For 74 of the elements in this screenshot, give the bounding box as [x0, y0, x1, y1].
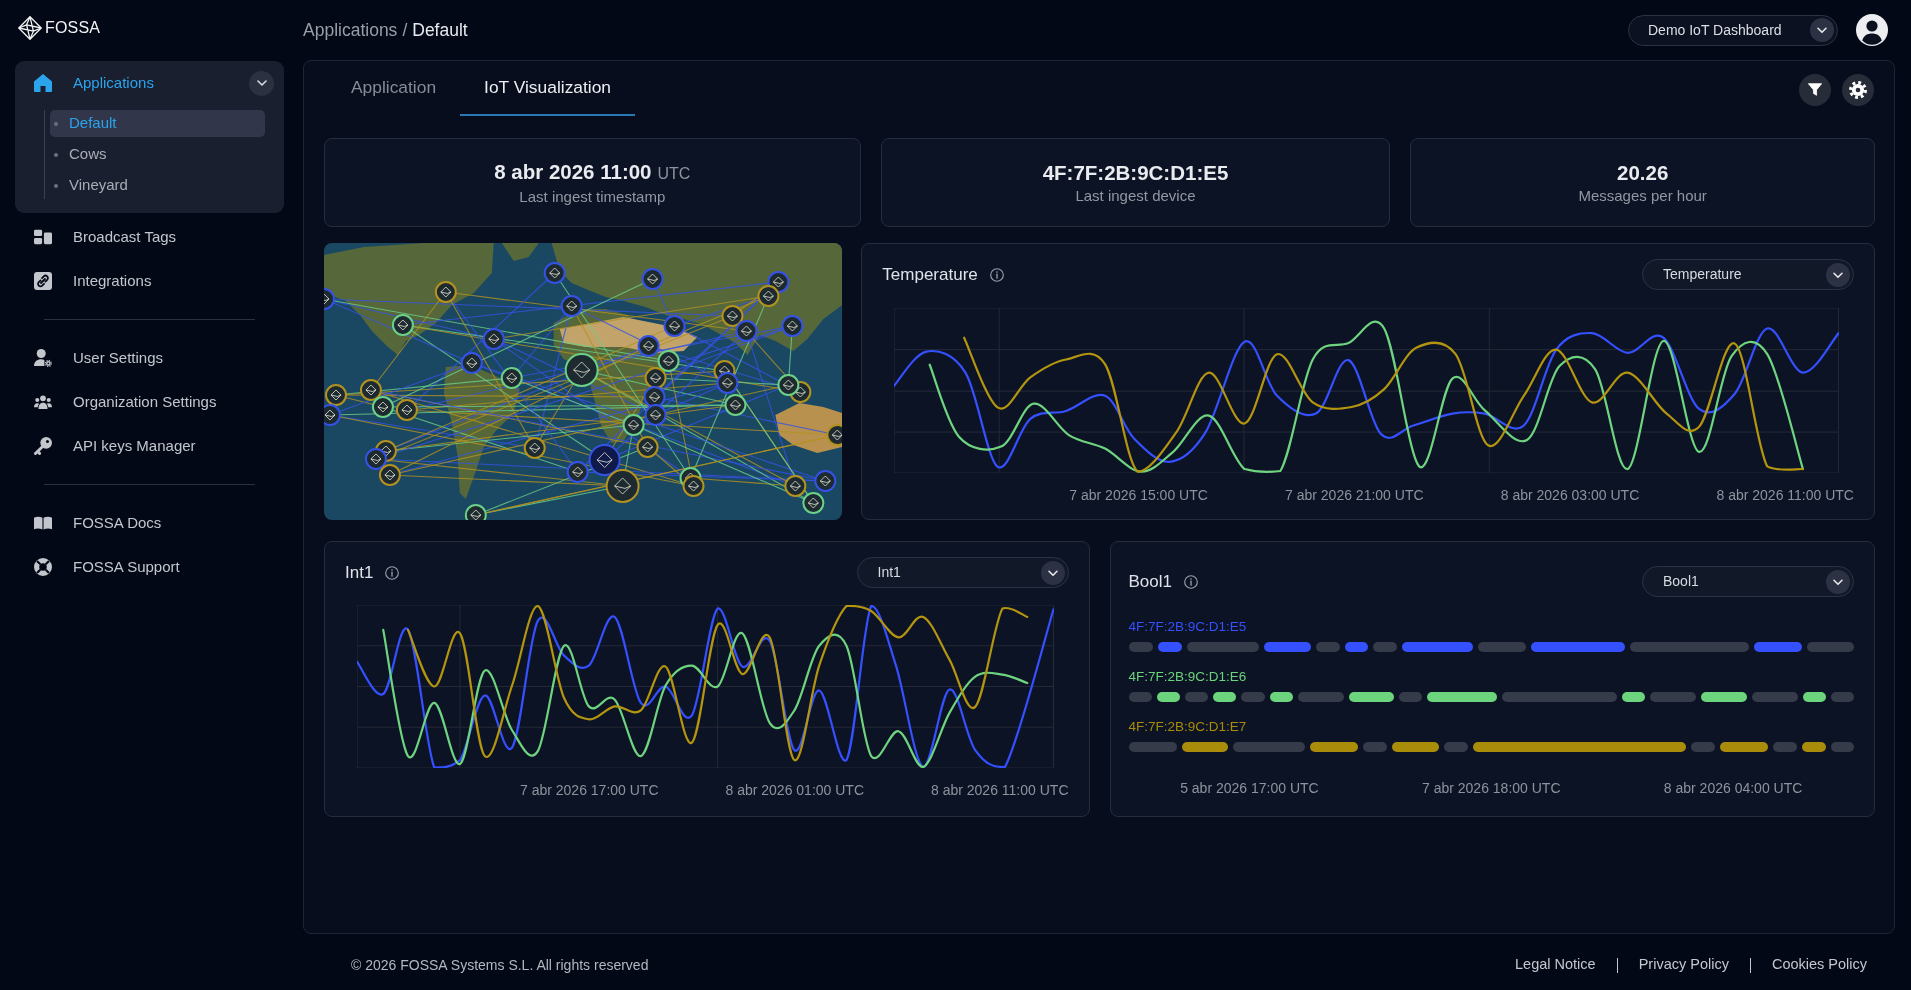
axis-label: 8 abr 2026 04:00 UTC: [1663, 779, 1803, 797]
sidebar-item[interactable]: Integrations: [15, 261, 284, 301]
users-icon: [34, 393, 52, 411]
chart-title: Bool1: [1128, 570, 1172, 593]
bullet-dot-icon: [54, 152, 58, 157]
axis-label: 7 abr 2026 15:00 UTC: [1069, 486, 1208, 504]
breadcrumb-current: Default: [412, 18, 468, 42]
user-gear-icon: [34, 349, 52, 367]
sidebar-item[interactable]: FOSSA Docs: [15, 503, 284, 543]
axis-label: 8 abr 2026 03:00 UTC: [1500, 486, 1640, 504]
sidebar-item[interactable]: Organization Settings: [15, 382, 284, 422]
stat-value: 8 abr 2026 11:00: [494, 159, 652, 184]
tab[interactable]: IoT Visualization: [460, 61, 636, 116]
filter-icon: [1808, 83, 1822, 96]
info-icon: [1184, 574, 1198, 589]
chevron-down-icon: [1826, 262, 1850, 287]
device-label: 4F:7F:2B:9C:D1:E5: [1128, 619, 1247, 635]
axis-label: 8 abr 2026 01:00 UTC: [725, 781, 865, 799]
settings-button[interactable]: [1842, 73, 1874, 106]
chevron-down-icon: [256, 80, 267, 86]
sidebar-item[interactable]: Applications: [15, 69, 249, 97]
stat-value: 20.26: [1617, 160, 1669, 185]
device-label: 4F:7F:2B:9C:D1:E6: [1128, 669, 1247, 685]
axis-label: 8 abr 2026 11:00 UTC: [1716, 486, 1854, 504]
avatar-icon[interactable]: [1856, 14, 1888, 46]
device-label: 4F:7F:2B:9C:D1:E7: [1128, 719, 1247, 735]
blocks-icon: [34, 228, 52, 246]
chevron-down-icon: [1826, 569, 1850, 594]
sidebar-item[interactable]: API keys Manager: [15, 426, 284, 466]
collapse-button[interactable]: [249, 70, 274, 96]
stat-label: Last ingest timestamp: [519, 187, 666, 206]
sidebar-subitem[interactable]: Cows: [50, 141, 265, 168]
footer-link[interactable]: Cookies Policy: [1771, 954, 1867, 976]
footer-link[interactable]: Privacy Policy: [1638, 954, 1729, 976]
sidebar-subitem[interactable]: Default: [50, 110, 265, 137]
copyright-text: © 2026 FOSSA Systems S.L. All rights reserved: [351, 955, 649, 975]
lifebuoy-icon: [34, 558, 52, 576]
stat-label: Messages per hour: [1578, 186, 1707, 205]
axis-label: 7 abr 2026 18:00 UTC: [1421, 779, 1561, 797]
metric-select[interactable]: Int1: [856, 557, 1069, 588]
chart-title: Int1: [345, 561, 374, 584]
stat-unit: UTC: [657, 163, 691, 184]
filter-button[interactable]: [1799, 73, 1831, 106]
axis-label: 8 abr 2026 11:00 UTC: [931, 781, 1069, 799]
chevron-down-icon: [1040, 560, 1065, 585]
breadcrumb-separator: /: [402, 18, 408, 42]
stat-value: 4F:7F:2B:9C:D1:E5: [1042, 160, 1229, 185]
diamond-logo-icon: [18, 15, 42, 40]
tab[interactable]: Application: [327, 61, 461, 116]
stat-label: Last ingest device: [1075, 186, 1196, 205]
sidebar-item[interactable]: User Settings: [15, 338, 284, 378]
gear-icon: [1849, 80, 1867, 99]
brand-name: FOSSA: [45, 19, 101, 36]
axis-label: 7 abr 2026 21:00 UTC: [1285, 486, 1424, 504]
breadcrumb-link[interactable]: Applications: [303, 16, 398, 44]
dashboard-select[interactable]: Demo IoT Dashboard: [1628, 14, 1838, 46]
axis-label: 7 abr 2026 17:00 UTC: [520, 781, 659, 799]
metric-select[interactable]: Temperature: [1642, 259, 1854, 290]
axis-label: 5 abr 2026 17:00 UTC: [1180, 779, 1319, 797]
info-icon: [385, 565, 400, 580]
sidebar-subitem[interactable]: Vineyard: [50, 172, 265, 199]
bullet-dot-icon: [54, 121, 58, 126]
footer-link[interactable]: Legal Notice: [1515, 954, 1596, 976]
link-icon: [34, 272, 52, 290]
bullet-dot-icon: [54, 183, 58, 188]
info-icon: [989, 267, 1004, 282]
book-icon: [34, 514, 52, 532]
home-icon: [34, 74, 52, 92]
metric-select[interactable]: Bool1: [1642, 566, 1854, 597]
sidebar-item[interactable]: FOSSA Support: [15, 547, 284, 587]
chevron-down-icon: [1810, 18, 1834, 42]
sidebar-item[interactable]: Broadcast Tags: [15, 217, 284, 257]
chart-title: Temperature: [882, 263, 978, 286]
key-icon: [34, 437, 52, 455]
